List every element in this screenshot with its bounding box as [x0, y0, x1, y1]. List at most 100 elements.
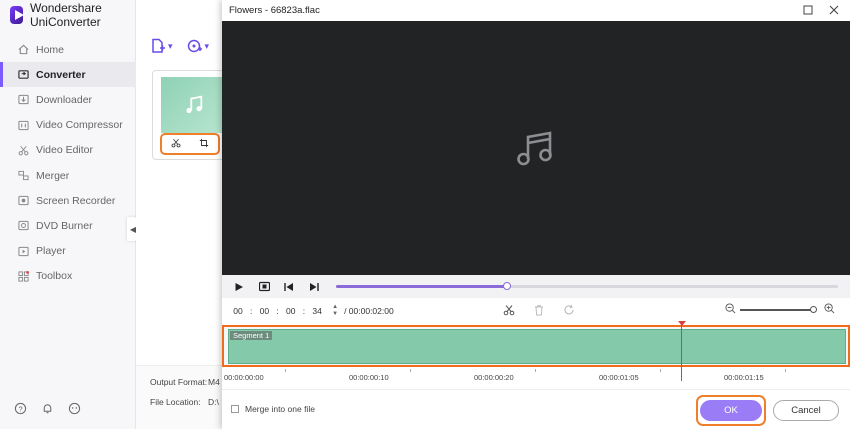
sidebar-item-video-compressor[interactable]: Video Compressor	[0, 113, 136, 138]
svg-text:?: ?	[18, 404, 22, 413]
zoom-slider[interactable]	[740, 306, 817, 313]
sidebar-footer: ?	[14, 402, 81, 418]
merge-checkbox[interactable]	[231, 405, 239, 413]
dialog-footer: Merge into one file OK Cancel	[222, 389, 850, 429]
sidebar-item-toolbox[interactable]: Toolbox	[0, 264, 136, 289]
scissors-icon	[17, 144, 29, 156]
time-frames[interactable]: 34	[309, 306, 325, 316]
delete-button[interactable]	[532, 303, 546, 317]
app-sidebar: Wondershare UniConverter Home Converter …	[0, 0, 136, 429]
preview-area[interactable]	[222, 21, 850, 275]
add-files-button[interactable]: ▾	[150, 38, 173, 54]
maximize-button[interactable]	[802, 4, 814, 16]
disc-icon	[17, 220, 29, 232]
card-edit-tools	[160, 133, 220, 155]
time-input[interactable]: 00: 00: 00: 34 ▲ ▼	[230, 304, 338, 318]
merge-icon	[17, 170, 29, 182]
converter-icon	[17, 69, 29, 81]
sidebar-item-converter[interactable]: Converter	[0, 62, 136, 88]
sidebar-item-dvd-burner[interactable]: DVD Burner	[0, 213, 136, 238]
dialog-titlebar: Flowers - 66823a.flac	[222, 0, 850, 21]
previous-frame-button[interactable]	[281, 279, 297, 295]
crop-icon[interactable]	[199, 137, 209, 151]
add-media-button[interactable]: ▾	[187, 38, 209, 54]
ruler-label: 00:00:01:15	[724, 373, 764, 382]
sidebar-nav: Home Converter Downloader Video Compress…	[0, 37, 136, 289]
output-format-label: Output Format:	[150, 377, 208, 387]
sidebar-item-downloader[interactable]: Downloader	[0, 87, 136, 112]
time-stepper[interactable]: ▲ ▼	[332, 304, 338, 318]
time-minutes[interactable]: 00	[256, 306, 272, 316]
playhead-handle[interactable]	[678, 321, 686, 326]
scissors-icon	[503, 305, 515, 316]
cancel-button[interactable]: Cancel	[773, 400, 839, 421]
zoom-out-icon[interactable]	[725, 303, 736, 317]
sidebar-item-label: Player	[36, 245, 66, 258]
grid-icon	[17, 270, 29, 282]
ruler-label: 00:00:00:20	[474, 373, 514, 382]
ok-button[interactable]: OK	[700, 400, 762, 421]
zoom-knob[interactable]	[810, 306, 817, 313]
app-title: Wondershare UniConverter	[29, 1, 102, 29]
help-icon[interactable]: ?	[14, 402, 27, 418]
add-disc-icon	[187, 39, 202, 53]
merge-label: Merge into one file	[245, 404, 315, 414]
file-location-label: File Location:	[150, 397, 201, 407]
zoom-control	[725, 303, 835, 317]
play-button[interactable]	[231, 279, 247, 295]
time-seconds[interactable]: 00	[283, 306, 299, 316]
sidebar-item-player[interactable]: Player	[0, 239, 136, 264]
stop-button[interactable]	[256, 279, 272, 295]
app-logo-icon	[10, 6, 24, 24]
segment-label: Segment 1	[230, 331, 273, 340]
timeline-track[interactable]: Segment 1	[222, 325, 850, 367]
skip-forward-icon	[310, 282, 319, 291]
sidebar-item-label: Converter	[36, 68, 86, 81]
feedback-icon[interactable]	[68, 402, 81, 418]
chevron-down-icon[interactable]: ▼	[332, 311, 338, 318]
notification-bell-icon[interactable]	[41, 402, 54, 418]
time-ruler: 00:00:00:00 00:00:00:10 00:00:00:20 00:0…	[222, 369, 850, 387]
sidebar-item-label: Downloader	[36, 93, 93, 106]
chevron-down-icon: ▾	[168, 40, 173, 51]
output-format-value[interactable]: M4	[208, 377, 220, 387]
play-icon	[17, 245, 29, 257]
ruler-label: 00:00:00:10	[349, 373, 389, 382]
home-icon	[17, 44, 29, 56]
download-icon	[17, 94, 29, 106]
cut-button[interactable]	[502, 303, 516, 317]
next-frame-button[interactable]	[306, 279, 322, 295]
file-card[interactable]	[152, 70, 226, 160]
total-duration: / 00:00:02:00	[344, 306, 394, 316]
chevron-up-icon[interactable]: ▲	[332, 304, 338, 311]
sidebar-item-screen-recorder[interactable]: Screen Recorder	[0, 188, 136, 213]
close-icon	[829, 5, 839, 15]
sidebar-item-label: Merger	[36, 169, 70, 182]
sidebar-item-home[interactable]: Home	[0, 37, 136, 62]
playback-progress-bar[interactable]	[336, 282, 838, 290]
record-icon	[17, 195, 29, 207]
audio-thumbnail	[161, 77, 225, 133]
time-hours[interactable]: 00	[230, 306, 246, 316]
sidebar-item-merger[interactable]: Merger	[0, 163, 136, 188]
segment-1[interactable]: Segment 1	[228, 329, 846, 364]
reset-button[interactable]	[562, 303, 576, 317]
zoom-in-icon[interactable]	[824, 303, 835, 317]
window-controls	[802, 4, 840, 16]
merge-option[interactable]: Merge into one file	[231, 404, 315, 414]
ruler-label: 00:00:00:00	[224, 373, 264, 382]
trim-scissors-icon[interactable]	[171, 137, 181, 151]
ruler-tick	[285, 369, 286, 372]
sidebar-item-video-editor[interactable]: Video Editor	[0, 138, 136, 163]
dialog-title: Flowers - 66823a.flac	[229, 5, 320, 16]
progress-knob[interactable]	[502, 282, 511, 290]
player-controls	[222, 275, 850, 298]
trash-icon	[535, 305, 543, 316]
file-location-value[interactable]: D:\	[208, 397, 219, 407]
sidebar-item-label: Home	[36, 43, 65, 56]
skip-back-icon	[284, 282, 293, 291]
close-button[interactable]	[828, 4, 840, 16]
sidebar-item-label: Video Editor	[36, 144, 94, 157]
sidebar-item-label: Video Compressor	[36, 119, 123, 132]
sidebar-item-label: DVD Burner	[36, 219, 93, 232]
